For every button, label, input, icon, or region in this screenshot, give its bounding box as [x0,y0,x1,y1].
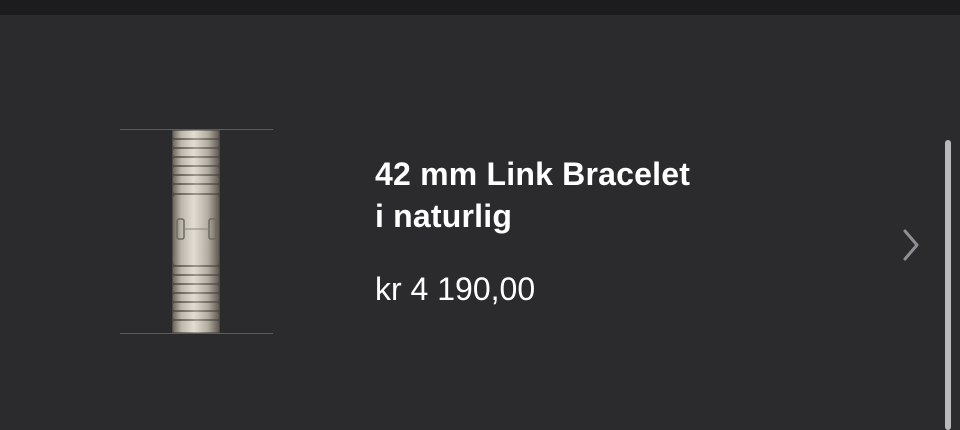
product-title-line-2: i naturlig [375,198,513,234]
scrollbar-thumb[interactable] [945,140,951,430]
product-price: kr 4 190,00 [375,271,536,307]
chevron-right-icon[interactable] [900,228,922,262]
product-title-line-1: 42 mm Link Bracelet [375,156,691,192]
product-image [120,129,273,334]
product-title[interactable]: 42 mm Link Bracelet i naturlig [375,153,690,237]
top-bar [0,0,960,15]
product-row[interactable]: 42 mm Link Bracelet i naturlig kr 4 190,… [0,15,940,423]
